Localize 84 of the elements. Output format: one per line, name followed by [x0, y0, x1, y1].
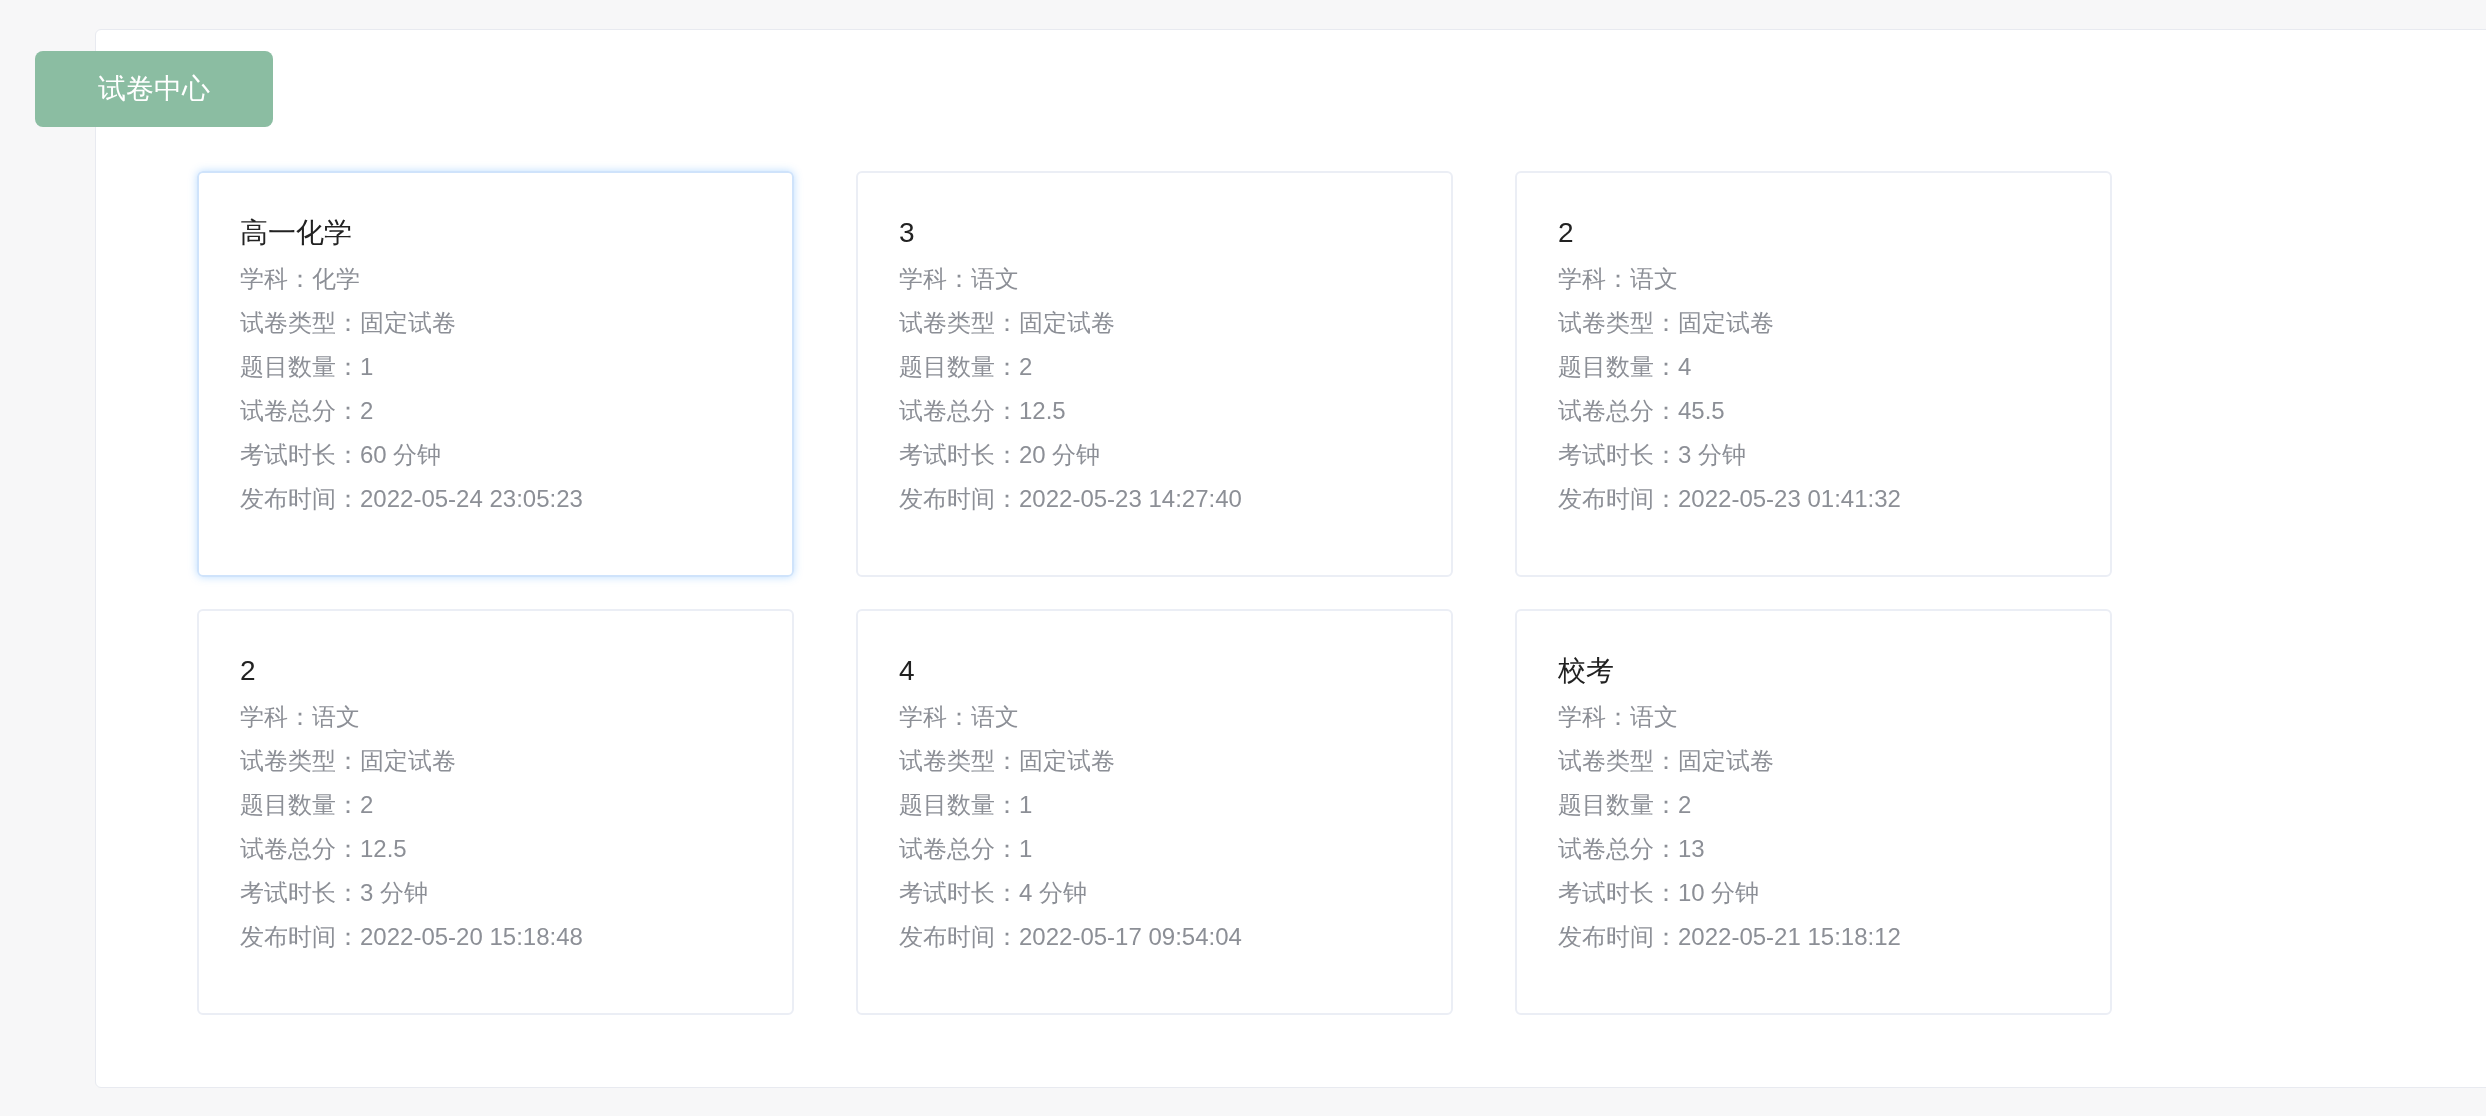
field-value: 语文 [312, 702, 360, 732]
field-value: 12.5 [1019, 396, 1066, 426]
paper-card[interactable]: 2 学科：语文 试卷类型：固定试卷 题目数量：2 试卷总分：12.5 考试时长：3 分钟 发布时间：2022-05-20 15:18:48 [197, 609, 794, 1015]
paper-card[interactable]: 4 学科：语文 试卷类型：固定试卷 题目数量：1 试卷总分：1 考试时长：4 分钟 发布时间：2022-05-17 09:54:04 [856, 609, 1453, 1015]
field-label: 题目数量： [1558, 790, 1678, 820]
field-value: 10 分钟 [1678, 878, 1760, 908]
field-label: 学科： [240, 264, 312, 294]
field-label: 发布时间： [899, 484, 1019, 514]
field-label: 题目数量： [899, 352, 1019, 382]
field-value: 3 分钟 [360, 878, 428, 908]
field-label: 考试时长： [240, 878, 360, 908]
paper-card[interactable]: 2 学科：语文 试卷类型：固定试卷 题目数量：4 试卷总分：45.5 考试时长：3 分钟 发布时间：2022-05-23 01:41:32 [1515, 171, 2112, 577]
field-value: 2 [1678, 790, 1692, 820]
field-value: 1 [360, 352, 374, 382]
field-label: 考试时长： [899, 878, 1019, 908]
paper-title: 2 [1558, 216, 1575, 250]
field-label: 试卷类型： [899, 308, 1019, 338]
field-value: 固定试卷 [1678, 746, 1774, 776]
field-label: 题目数量： [899, 790, 1019, 820]
field-value: 化学 [312, 264, 360, 294]
field-label: 学科： [1558, 264, 1630, 294]
field-value: 1 [1019, 790, 1033, 820]
paper-card[interactable]: 校考 学科：语文 试卷类型：固定试卷 题目数量：2 试卷总分：13 考试时长：10 分钟 发布时间：2022-05-21 15:18:12 [1515, 609, 2112, 1015]
field-value: 2 [1019, 352, 1033, 382]
field-value: 1 [1019, 834, 1033, 864]
field-value: 固定试卷 [1019, 308, 1115, 338]
field-label: 试卷总分： [240, 396, 360, 426]
field-label: 试卷总分： [899, 834, 1019, 864]
paper-title: 校考 [1558, 654, 1615, 688]
field-value: 2022-05-23 14:27:40 [1019, 484, 1242, 514]
paper-card[interactable]: 3 学科：语文 试卷类型：固定试卷 题目数量：2 试卷总分：12.5 考试时长：20 分钟 发布时间：2022-05-23 14:27:40 [856, 171, 1453, 577]
paper-title: 2 [240, 654, 257, 688]
field-label: 题目数量： [1558, 352, 1678, 382]
field-label: 学科： [1558, 702, 1630, 732]
field-label: 学科： [899, 702, 971, 732]
field-value: 2 [360, 396, 374, 426]
field-label: 试卷总分： [240, 834, 360, 864]
field-value: 13 [1678, 834, 1705, 864]
field-value: 2022-05-21 15:18:12 [1678, 922, 1901, 952]
field-value: 12.5 [360, 834, 407, 864]
paper-title: 3 [899, 216, 916, 250]
field-label: 学科： [899, 264, 971, 294]
field-label: 试卷总分： [1558, 834, 1678, 864]
field-value: 45.5 [1678, 396, 1725, 426]
field-value: 2022-05-20 15:18:48 [360, 922, 583, 952]
field-label: 发布时间： [899, 922, 1019, 952]
field-label: 题目数量： [240, 790, 360, 820]
field-label: 考试时长： [899, 440, 1019, 470]
field-value: 2022-05-17 09:54:04 [1019, 922, 1242, 952]
field-label: 试卷总分： [1558, 396, 1678, 426]
field-value: 语文 [971, 702, 1019, 732]
field-value: 60 分钟 [360, 440, 442, 470]
field-value: 2022-05-24 23:05:23 [360, 484, 583, 514]
field-label: 题目数量： [240, 352, 360, 382]
paper-title: 高一化学 [240, 216, 353, 250]
field-label: 试卷总分： [899, 396, 1019, 426]
field-value: 固定试卷 [360, 746, 456, 776]
field-value: 固定试卷 [1678, 308, 1774, 338]
field-label: 发布时间： [240, 484, 360, 514]
field-label: 试卷类型： [240, 308, 360, 338]
field-label: 试卷类型： [899, 746, 1019, 776]
field-value: 2022-05-23 01:41:32 [1678, 484, 1901, 514]
field-label: 发布时间： [1558, 922, 1678, 952]
field-value: 固定试卷 [1019, 746, 1115, 776]
field-label: 考试时长： [240, 440, 360, 470]
field-value: 语文 [971, 264, 1019, 294]
field-value: 语文 [1630, 264, 1678, 294]
field-value: 20 分钟 [1019, 440, 1101, 470]
field-label: 考试时长： [1558, 878, 1678, 908]
paper-title: 4 [899, 654, 916, 688]
field-label: 试卷类型： [240, 746, 360, 776]
field-value: 4 [1678, 352, 1692, 382]
paper-card[interactable]: 高一化学 学科：化学 试卷类型：固定试卷 题目数量：1 试卷总分：2 考试时长：60 分钟 发布时间：2022-05-24 23:05:23 [197, 171, 794, 577]
field-value: 2 [360, 790, 374, 820]
field-label: 发布时间： [1558, 484, 1678, 514]
field-value: 语文 [1630, 702, 1678, 732]
field-label: 试卷类型： [1558, 308, 1678, 338]
field-label: 发布时间： [240, 922, 360, 952]
field-label: 学科： [240, 702, 312, 732]
field-value: 固定试卷 [360, 308, 456, 338]
field-label: 考试时长： [1558, 440, 1678, 470]
field-value: 4 分钟 [1019, 878, 1087, 908]
field-label: 试卷类型： [1558, 746, 1678, 776]
field-value: 3 分钟 [1678, 440, 1746, 470]
